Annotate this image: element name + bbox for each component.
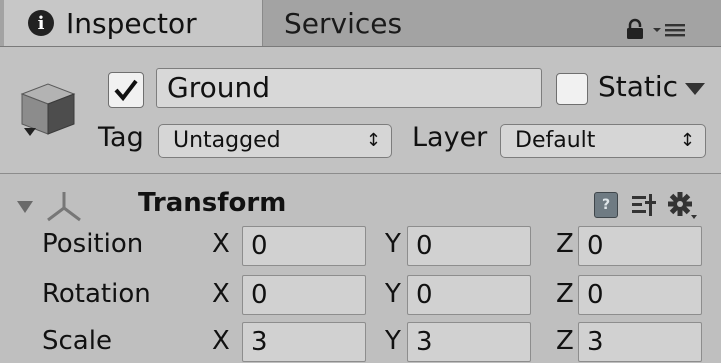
- tag-label: Tag: [98, 122, 144, 153]
- help-icon[interactable]: ?: [594, 192, 618, 218]
- static-label: Static: [598, 70, 679, 103]
- tab-services-label: Services: [284, 6, 403, 40]
- layer-label: Layer: [412, 122, 488, 153]
- rotation-y-field[interactable]: 0: [407, 275, 531, 315]
- tag-dropdown[interactable]: Untagged ↕: [158, 124, 392, 158]
- scale-z-field[interactable]: 3: [578, 322, 702, 362]
- tab-inspector[interactable]: i Inspector: [4, 0, 263, 46]
- layer-dropdown-value: Default: [515, 128, 596, 153]
- transform-title[interactable]: Transform: [138, 188, 286, 218]
- scale-z-label[interactable]: Z: [556, 326, 574, 356]
- transform-axes-icon: [47, 192, 81, 222]
- dropdown-arrows-icon: ↕: [365, 130, 381, 151]
- gear-icon[interactable]: [666, 190, 698, 220]
- active-checkbox[interactable]: [108, 72, 144, 108]
- position-z-label[interactable]: Z: [556, 229, 574, 259]
- rotation-z-field[interactable]: 0: [578, 275, 702, 315]
- tab-strip: i Inspector Services: [0, 0, 721, 47]
- tag-dropdown-value: Untagged: [173, 128, 281, 153]
- rotation-z-label[interactable]: Z: [556, 279, 574, 309]
- scale-x-label[interactable]: X: [212, 326, 230, 356]
- position-x-field[interactable]: 0: [242, 226, 366, 266]
- rotation-label: Rotation: [42, 279, 151, 309]
- preset-icon[interactable]: [630, 192, 656, 218]
- lock-icon[interactable]: [624, 18, 646, 40]
- rotation-x-label[interactable]: X: [212, 279, 230, 309]
- position-y-field[interactable]: 0: [407, 226, 531, 266]
- position-z-field[interactable]: 0: [578, 226, 702, 266]
- scale-y-label[interactable]: Y: [385, 326, 401, 356]
- scale-label: Scale: [42, 326, 112, 356]
- position-x-label[interactable]: X: [212, 229, 230, 259]
- arrow-down-icon[interactable]: [684, 82, 706, 96]
- position-y-label[interactable]: Y: [385, 229, 401, 259]
- info-icon: i: [28, 10, 54, 36]
- scale-x-field[interactable]: 3: [242, 322, 366, 362]
- layer-dropdown[interactable]: Default ↕: [500, 124, 706, 158]
- position-label: Position: [42, 229, 144, 259]
- object-name-input[interactable]: Ground: [156, 68, 542, 108]
- scale-y-field[interactable]: 3: [407, 322, 531, 362]
- menu-icon[interactable]: [652, 22, 686, 38]
- fold-arrow-icon[interactable]: [16, 199, 34, 215]
- cube-icon: [20, 83, 76, 136]
- static-checkbox[interactable]: [556, 73, 588, 105]
- dropdown-arrows-icon: ↕: [679, 130, 695, 151]
- rotation-x-field[interactable]: 0: [242, 275, 366, 315]
- tab-services[interactable]: Services: [284, 0, 402, 46]
- tab-inspector-label: Inspector: [66, 6, 197, 40]
- checkmark-icon: [114, 79, 138, 102]
- rotation-y-label[interactable]: Y: [385, 279, 401, 309]
